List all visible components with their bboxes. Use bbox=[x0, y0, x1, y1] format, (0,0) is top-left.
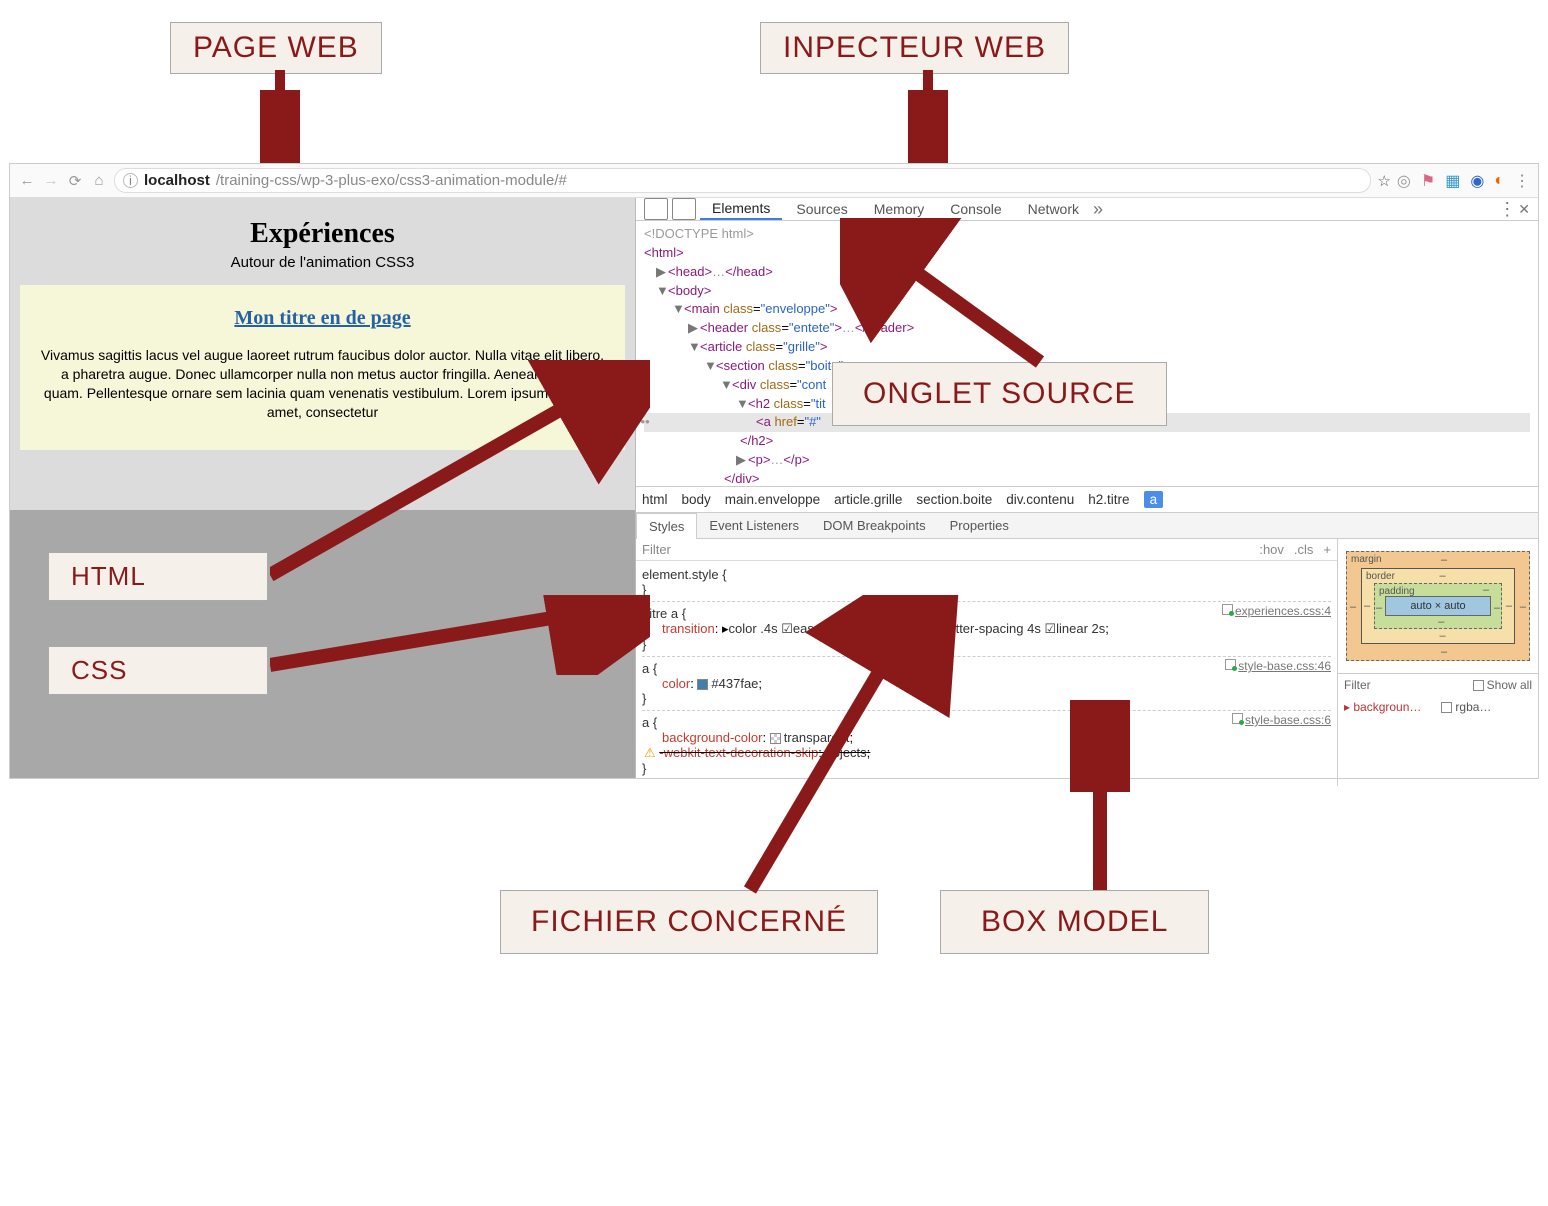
label-inspecteur-web: INPECTEUR WEB bbox=[760, 22, 1069, 74]
showall-checkbox[interactable] bbox=[1473, 680, 1484, 691]
content-box: auto × auto bbox=[1385, 596, 1491, 616]
ext-icon[interactable]: ⚑ bbox=[1421, 171, 1435, 191]
label-html: HTML bbox=[48, 552, 268, 601]
styles-filter-input[interactable]: Filter bbox=[642, 542, 671, 557]
computed-filter-input[interactable]: Filter bbox=[1344, 678, 1371, 692]
tab-memory[interactable]: Memory bbox=[862, 198, 937, 220]
breadcrumb-item[interactable]: section.boite bbox=[916, 492, 992, 507]
reload-button[interactable]: ⟳ bbox=[66, 172, 84, 190]
label-onglet-source: ONGLET SOURCE bbox=[832, 362, 1167, 426]
tab-elements[interactable]: Elements bbox=[700, 198, 782, 220]
arrow-page-web bbox=[260, 70, 300, 170]
subtab-styles[interactable]: Styles bbox=[636, 513, 697, 539]
color-swatch-icon[interactable] bbox=[770, 733, 781, 744]
forward-button[interactable]: → bbox=[42, 172, 60, 189]
extensions-area: ◎ ⚑ ▦ ◉ ◐ ⋮ bbox=[1397, 171, 1530, 191]
new-rule-button[interactable]: + bbox=[1323, 542, 1331, 557]
url-host: localhost bbox=[144, 172, 210, 189]
rule-titre-a[interactable]: experiences.css:4 .titre a { transition:… bbox=[642, 602, 1331, 657]
tab-sources[interactable]: Sources bbox=[784, 198, 859, 220]
box-model-pane: margin – – – – border – – – – bbox=[1338, 539, 1538, 786]
padding-label: padding bbox=[1379, 586, 1415, 597]
cls-toggle[interactable]: .cls bbox=[1294, 542, 1314, 557]
address-bar[interactable]: i localhost/training-css/wp-3-plus-exo/c… bbox=[114, 168, 1371, 193]
breadcrumb-item[interactable]: body bbox=[682, 492, 711, 507]
computed-prop[interactable]: ▸ backgroun… bbox=[1344, 700, 1421, 714]
rule-a-color[interactable]: style-base.css:46 a { color: #437fae; } bbox=[642, 657, 1331, 711]
card-link[interactable]: Mon titre en de page bbox=[234, 307, 410, 329]
menu-icon[interactable]: ⋮ bbox=[1514, 171, 1530, 191]
warning-icon: ⚠ bbox=[644, 745, 656, 760]
styles-subtabs: Styles Event Listeners DOM Breakpoints P… bbox=[636, 513, 1538, 539]
source-link[interactable]: style-base.css:46 bbox=[1225, 659, 1331, 673]
page-subtitle: Autour de l'animation CSS3 bbox=[10, 254, 635, 271]
page-filler bbox=[10, 510, 635, 778]
file-icon bbox=[1222, 604, 1233, 615]
devtools-menu-icon[interactable]: ⋮ bbox=[1498, 199, 1516, 220]
url-path: /training-css/wp-3-plus-exo/css3-animati… bbox=[216, 172, 567, 189]
border-label: border bbox=[1366, 571, 1395, 582]
box-model-diagram[interactable]: margin – – – – border – – – – bbox=[1338, 539, 1538, 673]
label-css: CSS bbox=[48, 646, 268, 695]
rule-a-bg[interactable]: style-base.css:6 a { background-color: t… bbox=[642, 711, 1331, 780]
hov-toggle[interactable]: :hov bbox=[1259, 542, 1284, 557]
ext-icon[interactable]: ◉ bbox=[1470, 171, 1484, 191]
color-swatch-icon bbox=[1441, 702, 1452, 713]
styles-pane: Filter :hov .cls + element.style { } bbox=[636, 539, 1338, 786]
dom-breadcrumb[interactable]: html body main.enveloppe article.grille … bbox=[636, 486, 1538, 513]
breadcrumb-item[interactable]: main.enveloppe bbox=[725, 492, 820, 507]
arrow-inspecteur bbox=[908, 70, 948, 170]
rule-element-style[interactable]: element.style { } bbox=[642, 563, 1331, 602]
margin-label: margin bbox=[1351, 554, 1382, 565]
device-toolbar-icon[interactable] bbox=[672, 198, 696, 220]
tabs-overflow-icon[interactable]: » bbox=[1093, 199, 1103, 220]
breadcrumb-item[interactable]: article.grille bbox=[834, 492, 902, 507]
ext-icon[interactable]: ◎ bbox=[1397, 171, 1411, 191]
subtab-properties[interactable]: Properties bbox=[938, 513, 1021, 538]
content-card: Mon titre en de page Vivamus sagittis la… bbox=[20, 285, 625, 450]
devtools-tabs: Elements Sources Memory Console Network … bbox=[636, 198, 1538, 221]
breadcrumb-item[interactable]: h2.titre bbox=[1088, 492, 1129, 507]
color-swatch-icon[interactable] bbox=[697, 679, 708, 690]
card-paragraph: Vivamus sagittis lacus vel augue laoreet… bbox=[40, 346, 605, 422]
file-icon bbox=[1232, 713, 1243, 724]
ext-icon[interactable]: ▦ bbox=[1445, 171, 1460, 191]
label-page-web: PAGE WEB bbox=[170, 22, 382, 74]
breadcrumb-item[interactable]: html bbox=[642, 492, 668, 507]
subtab-event-listeners[interactable]: Event Listeners bbox=[697, 513, 811, 538]
source-link[interactable]: style-base.css:6 bbox=[1232, 713, 1331, 727]
site-info-icon[interactable]: i bbox=[123, 173, 138, 188]
file-icon bbox=[1225, 659, 1236, 670]
computed-val: rgba… bbox=[1441, 700, 1491, 714]
ext-icon[interactable]: ◐ bbox=[1494, 172, 1504, 190]
page-title: Expériences bbox=[10, 218, 635, 250]
bookmark-star-icon[interactable]: ☆ bbox=[1377, 172, 1390, 190]
subtab-dom-breakpoints[interactable]: DOM Breakpoints bbox=[811, 513, 938, 538]
tab-network[interactable]: Network bbox=[1016, 198, 1091, 220]
label-box-model: BOX MODEL bbox=[940, 890, 1209, 954]
devtools-close-icon[interactable]: ✕ bbox=[1518, 201, 1530, 218]
source-link[interactable]: experiences.css:4 bbox=[1222, 604, 1331, 618]
label-fichier: FICHIER CONCERNÉ bbox=[500, 890, 878, 954]
breadcrumb-item[interactable]: div.contenu bbox=[1006, 492, 1074, 507]
doctype: <!DOCTYPE html> bbox=[644, 225, 1530, 244]
back-button[interactable]: ← bbox=[18, 172, 36, 189]
dom-tree[interactable]: <!DOCTYPE html> <html> ▶<head>…</head> ▼… bbox=[636, 221, 1538, 486]
showall-label: Show all bbox=[1487, 678, 1532, 692]
inspect-element-icon[interactable] bbox=[644, 198, 668, 220]
tab-console[interactable]: Console bbox=[938, 198, 1013, 220]
devtools-panel: Elements Sources Memory Console Network … bbox=[635, 198, 1538, 778]
home-button[interactable]: ⌂ bbox=[90, 172, 108, 189]
browser-toolbar: ← → ⟳ ⌂ i localhost/training-css/wp-3-pl… bbox=[10, 164, 1538, 198]
breadcrumb-item-selected[interactable]: a bbox=[1144, 491, 1164, 508]
